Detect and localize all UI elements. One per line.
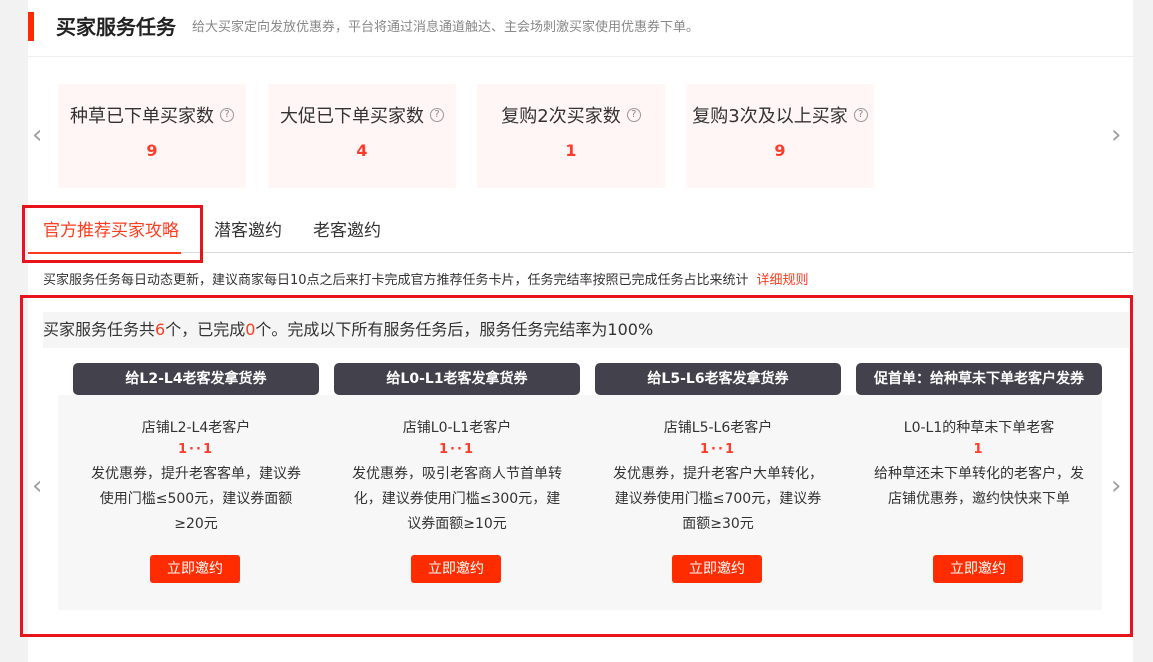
stat-value: 1 (565, 141, 577, 160)
stat-label: 大促已下单买家数? (268, 104, 456, 130)
stat-label: 复购2次买家数? (477, 104, 665, 130)
highlight-box-tasks (20, 295, 1133, 637)
stat-value: 9 (774, 141, 786, 160)
notice-text: 买家服务任务每日动态更新，建议商家每日10点之后来打卡完成官方推荐任务卡片，任务… (43, 273, 749, 288)
chevron-right-icon: › (1111, 120, 1122, 150)
stat-card-repurchase-2: 复购2次买家数? 1 (477, 84, 665, 188)
stat-label: 复购3次及以上买家? (686, 104, 874, 130)
stat-card-repurchase-3plus: 复购3次及以上买家? 9 (686, 84, 874, 188)
title-accent-bar (28, 12, 34, 41)
page-title: 买家服务任务 (56, 15, 176, 39)
question-circle-icon[interactable]: ? (853, 108, 868, 122)
stats-prev-arrow[interactable]: ‹ (32, 120, 42, 150)
stat-card-seeded-buyers: 种草已下单买家数? 9 (58, 84, 246, 188)
question-circle-icon[interactable]: ? (626, 108, 641, 122)
chevron-left-icon: ‹ (32, 120, 43, 150)
question-circle-icon[interactable]: ? (430, 108, 444, 122)
rules-link[interactable]: 详细规则 (757, 273, 809, 288)
task-notice: 买家服务任务每日动态更新，建议商家每日10点之后来打卡完成官方推荐任务卡片，任务… (43, 271, 809, 291)
tab-returning-invite[interactable]: 老客邀约 (313, 218, 381, 244)
stat-value: 9 (146, 141, 158, 160)
header-divider (28, 56, 1133, 57)
tab-prospect-invite[interactable]: 潜客邀约 (214, 218, 282, 244)
stat-value: 4 (356, 141, 368, 160)
question-circle-icon[interactable]: ? (220, 108, 234, 122)
page-description: 给大买家定向发放优惠券，平台将通过消息通道触达、主会场刺激买家使用优惠券下单。 (192, 20, 700, 35)
stats-next-arrow[interactable]: › (1111, 120, 1121, 150)
highlight-box-tab (22, 205, 203, 263)
stat-label: 种草已下单买家数? (58, 104, 246, 130)
stat-card-promo-buyers: 大促已下单买家数? 4 (268, 84, 456, 188)
